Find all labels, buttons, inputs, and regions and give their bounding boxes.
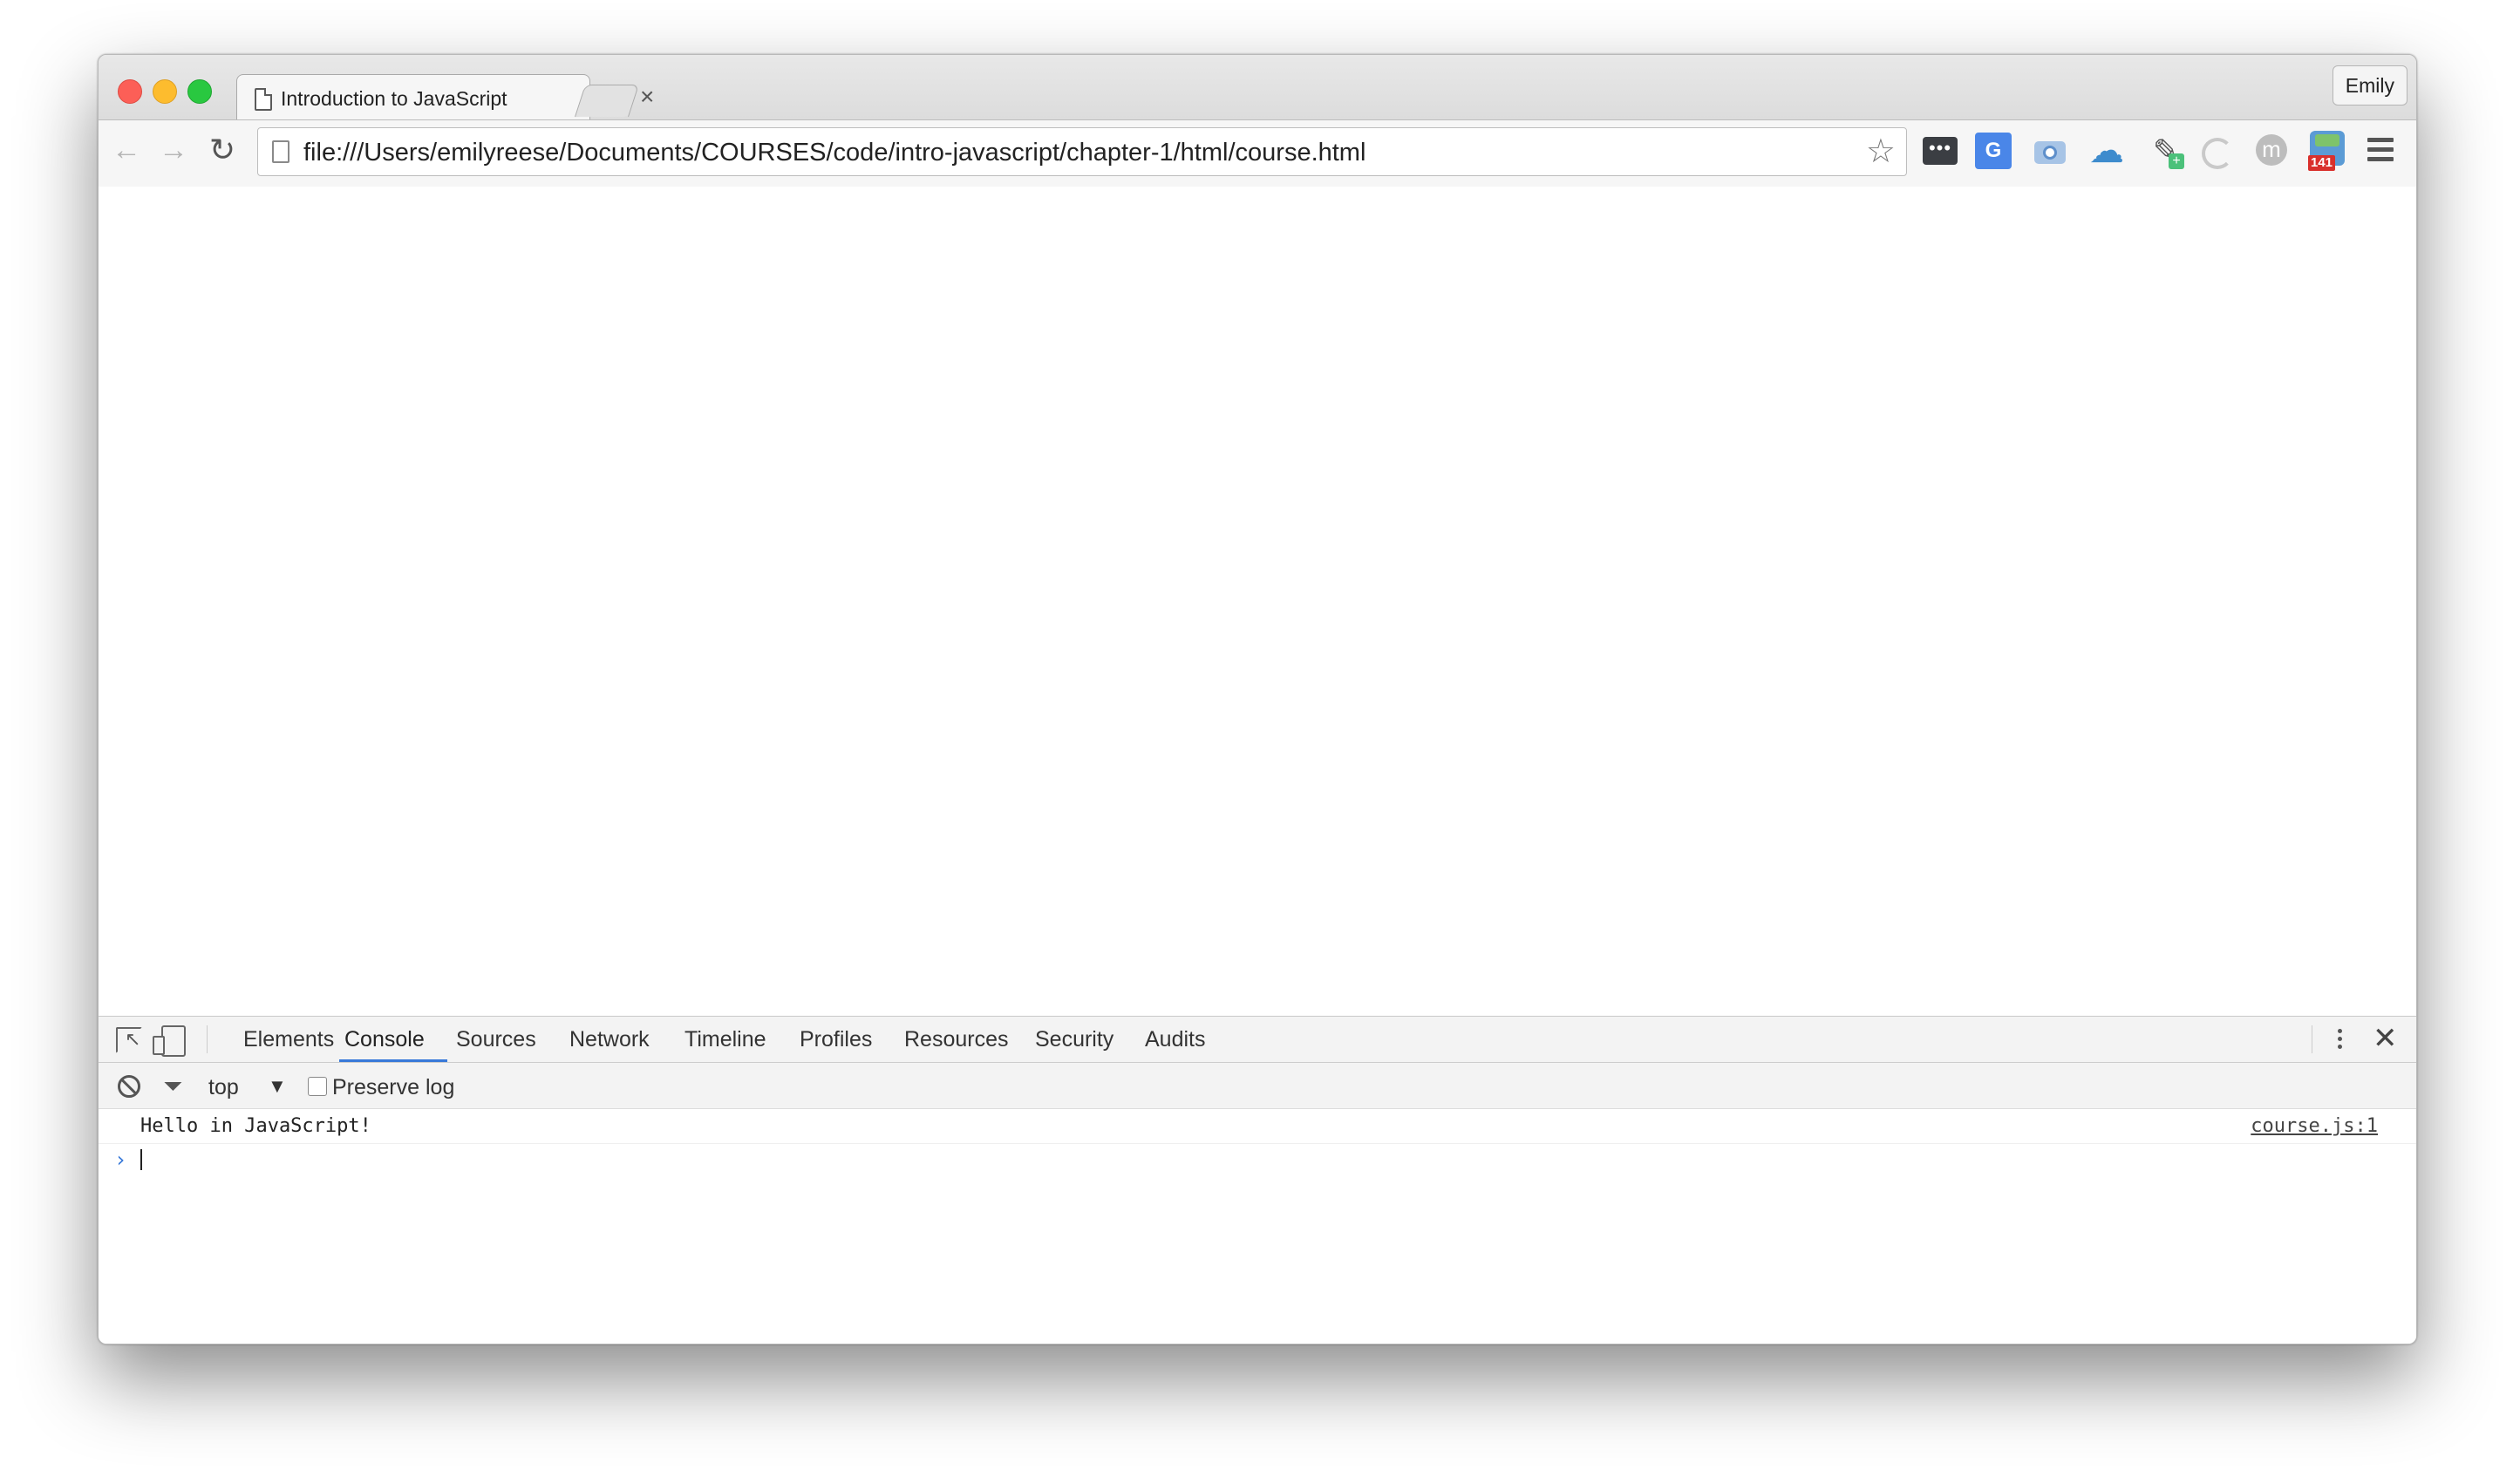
- bookmark-star-icon[interactable]: ☆: [1866, 132, 1896, 171]
- console-message-text: Hello in JavaScript!: [140, 1115, 371, 1137]
- camera-lens: [2043, 146, 2057, 160]
- devtools-close-icon[interactable]: ✕: [2373, 1022, 2398, 1055]
- tab-close-icon[interactable]: ×: [640, 83, 654, 110]
- preserve-log-checkbox[interactable]: [308, 1077, 327, 1096]
- plus-badge: +: [2169, 153, 2184, 169]
- console-message: Hello in JavaScript! course.js:1: [99, 1108, 2416, 1144]
- google-translate-icon[interactable]: G: [1975, 133, 2012, 169]
- tab-audits[interactable]: Audits: [1145, 1027, 1205, 1052]
- more-options-icon[interactable]: [2338, 1025, 2345, 1052]
- url-text[interactable]: file:///Users/emilyreese/Documents/COURS…: [303, 139, 1365, 167]
- page-viewport: [99, 187, 2416, 1015]
- close-window-button[interactable]: [118, 79, 142, 104]
- browser-toolbar: ← → ↻ file:///Users/emilyreese/Documents…: [99, 119, 2416, 187]
- tab-console[interactable]: Console: [344, 1027, 425, 1052]
- address-bar[interactable]: file:///Users/emilyreese/Documents/COURS…: [257, 127, 1907, 176]
- page-icon: [272, 140, 289, 163]
- badge-header: [2315, 134, 2339, 146]
- inspect-element-icon[interactable]: [116, 1027, 142, 1053]
- context-dropdown-icon[interactable]: ▼: [268, 1075, 287, 1098]
- tab-security[interactable]: Security: [1035, 1027, 1113, 1052]
- tab-sources[interactable]: Sources: [456, 1027, 536, 1052]
- tab-strip: Introduction to JavaScript × Emily: [99, 55, 2416, 120]
- console-input[interactable]: [140, 1149, 142, 1170]
- tab-elements[interactable]: Elements: [243, 1027, 334, 1052]
- devtools-panel: Elements Console Sources Network Timelin…: [99, 1016, 2416, 1344]
- console-prompt-icon: ›: [114, 1147, 127, 1172]
- device-mode-icon[interactable]: [153, 1025, 186, 1057]
- lastpass-icon[interactable]: •••: [1923, 137, 1958, 165]
- document-icon: [255, 88, 272, 111]
- browser-window: Introduction to JavaScript × Emily ← → ↻…: [98, 54, 2417, 1344]
- console-source-link[interactable]: course.js:1: [2251, 1115, 2378, 1137]
- tab-timeline[interactable]: Timeline: [684, 1027, 766, 1052]
- color-picker-icon[interactable]: ✎ +: [2148, 133, 2184, 169]
- notification-badge-icon[interactable]: 141: [2308, 131, 2345, 171]
- clear-console-icon[interactable]: [118, 1075, 140, 1098]
- forward-arrow-icon[interactable]: →: [156, 133, 191, 167]
- loading-ring-icon[interactable]: [2202, 138, 2233, 169]
- badge-count: 141: [2308, 155, 2336, 171]
- profile-button[interactable]: Emily: [2332, 65, 2407, 106]
- tab-resources[interactable]: Resources: [904, 1027, 1009, 1052]
- cloud-icon[interactable]: ☁: [2088, 133, 2125, 169]
- context-selector[interactable]: top: [208, 1075, 239, 1100]
- console-toolbar: ⏷ top ▼ Preserve log: [99, 1063, 2416, 1109]
- devtools-tab-bar: Elements Console Sources Network Timelin…: [99, 1017, 2416, 1063]
- active-tab-indicator: [339, 1059, 447, 1062]
- tab-title: Introduction to JavaScript: [281, 87, 507, 110]
- browser-tab[interactable]: Introduction to JavaScript ×: [236, 74, 654, 120]
- reload-icon[interactable]: ↻: [205, 133, 240, 167]
- preserve-log-label[interactable]: Preserve log: [332, 1075, 454, 1100]
- hamburger-menu-icon[interactable]: [2367, 138, 2394, 167]
- minimize-window-button[interactable]: [153, 79, 177, 104]
- new-tab-button[interactable]: [574, 85, 640, 117]
- zoom-window-button[interactable]: [187, 79, 212, 104]
- m-extension-icon[interactable]: m: [2256, 134, 2287, 166]
- back-arrow-icon[interactable]: ←: [109, 133, 144, 167]
- divider: [207, 1025, 208, 1053]
- tab-network[interactable]: Network: [569, 1027, 650, 1052]
- screenshot-camera-icon[interactable]: [2033, 133, 2069, 169]
- tab-profiles[interactable]: Profiles: [800, 1027, 872, 1052]
- filter-icon[interactable]: ⏷: [163, 1074, 182, 1099]
